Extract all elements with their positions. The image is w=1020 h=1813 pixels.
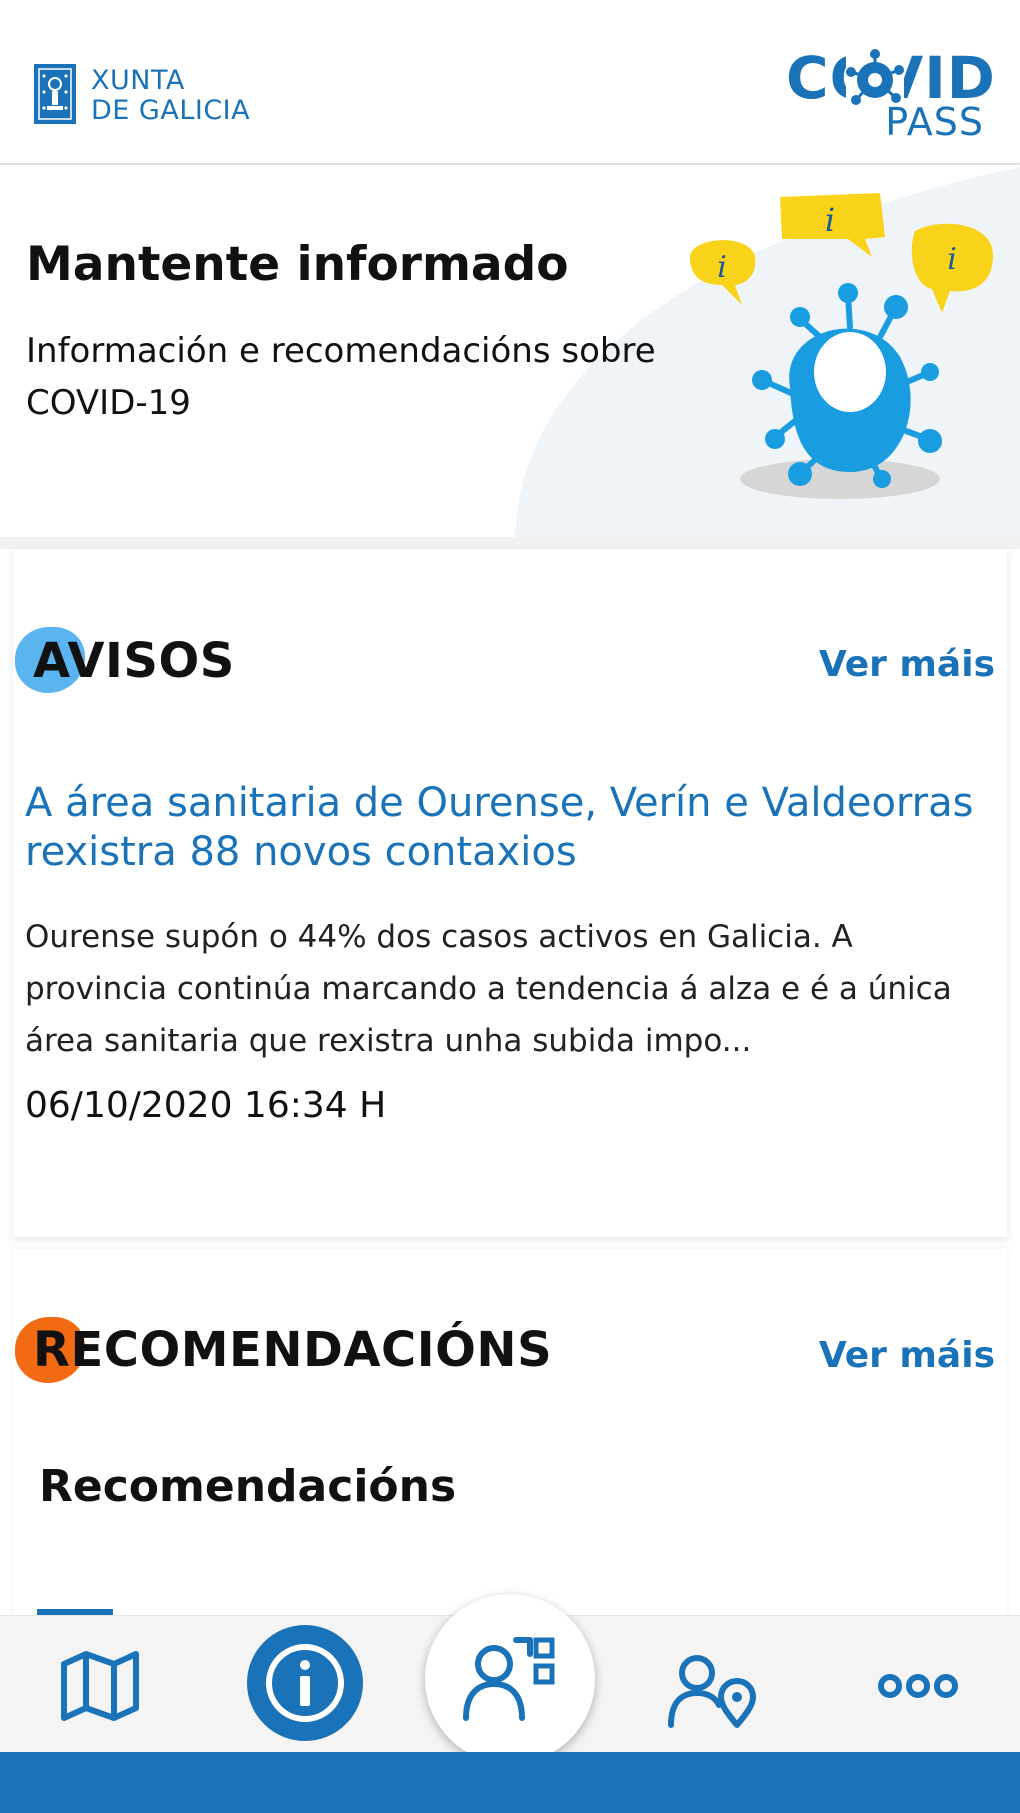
section-divider — [0, 537, 1020, 549]
info-icon — [266, 1644, 344, 1722]
recomendacions-subtitle: Recomendacións — [39, 1461, 457, 1512]
person-qr-icon — [463, 1637, 555, 1721]
avisos-see-more-link[interactable]: Ver máis — [819, 644, 995, 685]
hero-banner[interactable]: Mantente informado Información e recomen… — [0, 167, 1020, 537]
person-location-icon — [667, 1654, 756, 1728]
covid-pass-logo: COVID PASS — [786, 46, 995, 146]
xunta-shield-logo — [34, 64, 76, 124]
news-excerpt: Ourense supón o 44% dos casos activos en… — [25, 919, 952, 1059]
system-navigation-bar — [0, 1752, 1020, 1813]
hero-title: Mantente informado — [26, 237, 569, 292]
org-line2: DE GALICIA — [91, 95, 251, 126]
news-title-link[interactable]: A área sanitaria de Ourense, Verín e Val… — [25, 779, 985, 877]
virus-info-illustration: i i i — [690, 193, 994, 499]
recomendacions-see-more-link[interactable]: Ver máis — [819, 1335, 995, 1376]
news-date: 06/10/2020 16:34 H — [25, 1085, 387, 1126]
svg-text:i: i — [947, 242, 957, 277]
xunta-wordmark: XUNTA DE GALICIA — [91, 66, 250, 126]
avisos-heading: AVISOS — [33, 633, 235, 689]
recomendacions-heading: RECOMENDACIÓNS — [33, 1322, 553, 1378]
map-icon — [61, 1651, 139, 1721]
bottom-navigation — [0, 1594, 1020, 1764]
org-line1: XUNTA — [91, 65, 185, 96]
avisos-card: AVISOS Ver máis A área sanitaria de Oure… — [13, 549, 1007, 1237]
nav-map-button[interactable] — [55, 1641, 145, 1731]
svg-text:i: i — [825, 201, 835, 239]
nav-location-button[interactable] — [665, 1641, 760, 1736]
nav-more-button[interactable] — [870, 1646, 965, 1726]
app-name-sub: PASS — [885, 100, 984, 144]
app-header: XUNTA DE GALICIA COVID PASS — [0, 0, 1020, 165]
svg-text:i: i — [717, 250, 727, 285]
more-dots-icon — [877, 1674, 958, 1698]
hero-subtitle: Información e recomendacións sobre COVID… — [26, 331, 656, 423]
nav-covid-pass-button[interactable] — [425, 1594, 595, 1764]
nav-info-button[interactable] — [247, 1625, 363, 1741]
